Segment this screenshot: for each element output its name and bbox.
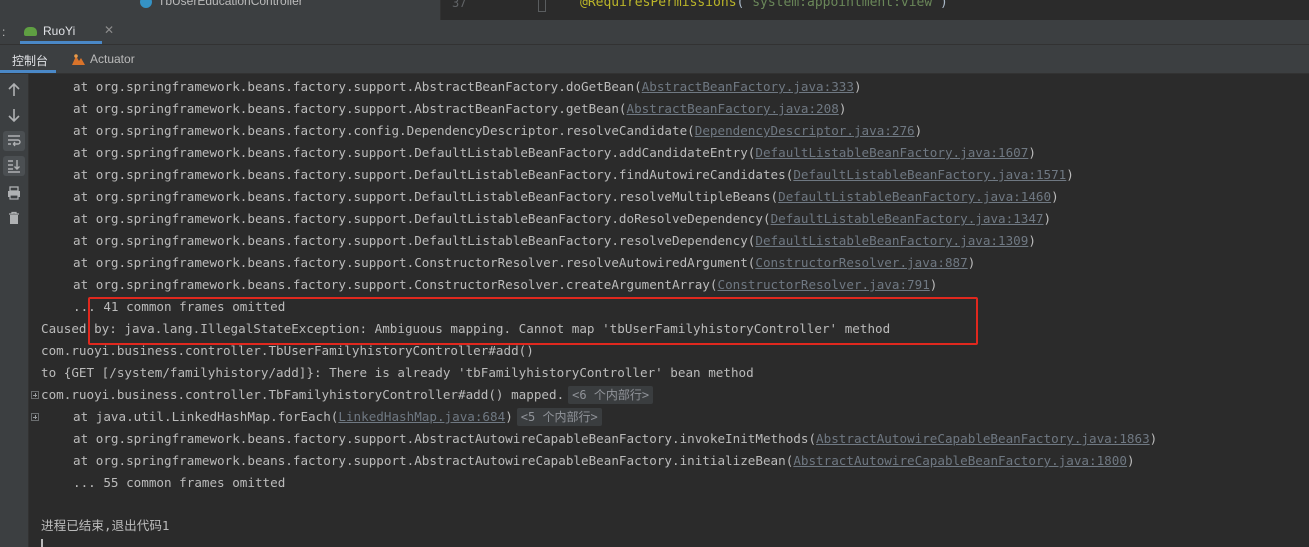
soft-wrap-icon [8,135,21,147]
mapping-conflict-line: to {GET [/system/familyhistory/add]}: Th… [41,365,754,380]
down-button[interactable] [3,105,25,125]
stack-line: at java.util.LinkedHashMap.forEach(Linke… [73,406,602,428]
tab-console-label: 控制台 [12,54,49,68]
mapped-line: com.ruoyi.business.controller.TbFamilyhi… [41,384,654,406]
folded-lines-chip[interactable]: <6 个内部行> [568,386,654,404]
source-link[interactable]: AbstractBeanFactory.java:208 [627,101,839,116]
actuator-icon [72,54,85,65]
source-link[interactable]: AbstractAutowireCapableBeanFactory.java:… [816,431,1150,446]
trash-icon [9,211,19,224]
source-link[interactable]: DefaultListableBeanFactory.java:1347 [771,211,1044,226]
exit-message: 进程已结束,退出代码1 [41,518,170,533]
arrow-up-icon [8,82,20,96]
stack-line: at org.springframework.beans.factory.con… [73,123,923,138]
expand-icon[interactable] [31,391,39,399]
up-button[interactable] [3,80,25,100]
source-link[interactable]: AbstractBeanFactory.java:333 [642,79,854,94]
run-tab-bar: : RuoYi ✕ [0,20,1309,45]
divider [440,0,441,20]
stack-line: at org.springframework.beans.factory.sup… [73,453,1135,468]
stack-line: at org.springframework.beans.factory.sup… [73,101,847,116]
clear-button[interactable] [3,208,25,228]
stack-line: at org.springframework.beans.factory.sup… [73,79,862,94]
omitted-frames-line: ... 55 common frames omitted [73,475,286,490]
stack-line: at org.springframework.beans.factory.sup… [73,277,938,292]
scroll-to-end-button[interactable] [3,156,25,176]
spring-boot-icon [24,27,37,36]
tree-item-controller[interactable]: TbUserEducationController [158,0,303,8]
source-link[interactable]: DefaultListableBeanFactory.java:1309 [755,233,1028,248]
code-line[interactable]: @RequiresPermissions("system:appointment… [580,0,948,10]
stack-line: at org.springframework.beans.factory.sup… [73,431,1158,446]
stack-line: at org.springframework.beans.factory.sup… [73,145,1036,160]
source-link[interactable]: AbstractAutowireCapableBeanFactory.java:… [793,453,1127,468]
ide-window: TbUserEducationController 37 @RequiresPe… [0,0,1309,547]
soft-wrap-button[interactable] [3,131,25,151]
folded-lines-chip[interactable]: <5 个内部行> [516,408,602,426]
code-string: "system:appointment:view" [744,0,941,10]
project-tree: TbUserEducationController [0,0,440,20]
fold-marker-icon[interactable] [538,0,546,12]
close-icon[interactable]: ✕ [104,23,114,37]
stack-line: at org.springframework.beans.factory.sup… [73,233,1036,248]
code-annotation: @RequiresPermissions [580,0,737,10]
text-caret [41,539,43,547]
editor-strip: TbUserEducationController 37 @RequiresPe… [0,0,1309,20]
print-icon [8,186,20,200]
tab-actuator-label: Actuator [90,52,135,66]
tab-ruoyi-label: RuoYi [43,24,76,38]
source-link[interactable]: DefaultListableBeanFactory.java:1460 [778,189,1051,204]
scroll-to-end-icon [8,160,20,173]
stack-line: at org.springframework.beans.factory.sup… [73,211,1052,226]
expand-icon[interactable] [31,413,39,421]
print-button[interactable] [3,183,25,203]
stack-line: at org.springframework.beans.factory.sup… [73,255,976,270]
omitted-frames-line: ... 41 common frames omitted [73,299,286,314]
source-link[interactable]: DependencyDescriptor.java:276 [695,123,915,138]
console-output[interactable]: at org.springframework.beans.factory.sup… [29,74,1309,547]
run-label: : [2,25,6,39]
sub-tab-bar: 控制台 Actuator [0,45,1309,74]
code-paren-close: ) [940,0,948,10]
source-link[interactable]: DefaultListableBeanFactory.java:1607 [755,145,1028,160]
class-icon [140,0,152,8]
source-link[interactable]: ConstructorResolver.java:887 [755,255,967,270]
console-toolbar [0,74,29,547]
source-link[interactable]: DefaultListableBeanFactory.java:1571 [793,167,1066,182]
source-link[interactable]: LinkedHashMap.java:684 [338,409,505,424]
line-number: 37 [452,0,467,10]
arrow-down-icon [8,109,20,123]
tab-ruoyi[interactable]: RuoYi ✕ [20,20,114,44]
add-method-line: com.ruoyi.business.controller.TbUserFami… [41,343,534,358]
stack-line: at org.springframework.beans.factory.sup… [73,189,1059,204]
stack-line: at org.springframework.beans.factory.sup… [73,167,1074,182]
caused-by-line: Caused by: java.lang.IllegalStateExcepti… [41,321,891,336]
tab-console[interactable]: 控制台 [0,45,56,73]
source-link[interactable]: ConstructorResolver.java:791 [717,277,929,292]
